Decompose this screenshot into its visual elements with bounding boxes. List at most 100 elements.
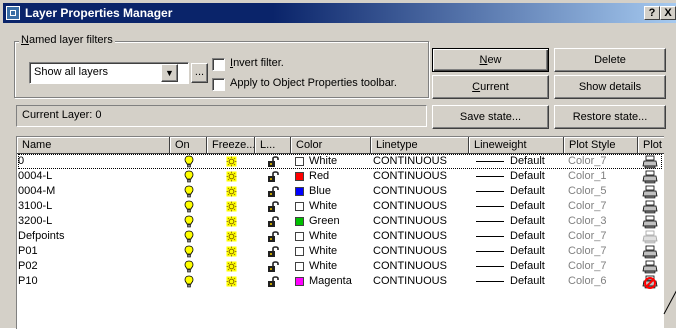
padlock-unlocked-icon[interactable] [267,200,280,213]
color-swatch[interactable] [295,277,304,286]
save-state-button[interactable]: Save state... [432,105,549,129]
column-header-plot-style[interactable]: Plot Style [564,137,638,154]
linetype-value[interactable]: CONTINUOUS [373,229,447,244]
color-swatch[interactable] [295,187,304,196]
lineweight-value[interactable]: Default [510,229,545,244]
column-header-lock[interactable]: L... [255,137,291,154]
apply-toolbar-label[interactable]: Apply to Object Properties toolbar. [230,77,397,89]
column-header-on[interactable]: On [170,137,207,154]
column-header-color[interactable]: Color [291,137,371,154]
title-bar[interactable]: Layer Properties Manager ? X [3,3,676,23]
color-name[interactable]: White [309,244,337,259]
padlock-unlocked-icon[interactable] [267,185,280,198]
printer-icon[interactable] [642,215,658,229]
help-button[interactable]: ? [644,6,660,20]
layer-row[interactable]: 3100-L White CONTINUOUS Default Color_7 [17,199,663,214]
show-details-button[interactable]: Show details [554,75,666,99]
color-name[interactable]: Magenta [309,274,352,289]
lineweight-value[interactable]: Default [510,274,545,289]
layer-row[interactable]: 3200-L Green CONTINUOUS Default Color_3 [17,214,663,229]
invert-filter-checkbox[interactable] [212,58,225,71]
lineweight-value[interactable]: Default [510,214,545,229]
close-button[interactable]: X [660,6,676,20]
layer-row[interactable]: 0004-L Red CONTINUOUS Default Color_1 [17,169,663,184]
restore-state-button[interactable]: Restore state... [554,105,666,129]
printer-icon[interactable] [642,170,658,184]
filter-more-button[interactable]: ... [191,63,208,83]
color-swatch[interactable] [295,202,304,211]
callout-pointer-line [663,290,676,315]
layer-row[interactable]: 0 White CONTINUOUS Default Color_7 [17,154,663,169]
linetype-value[interactable]: CONTINUOUS [373,274,447,289]
linetype-value[interactable]: CONTINUOUS [373,154,447,169]
printer-icon[interactable] [642,260,658,274]
color-swatch[interactable] [295,157,304,166]
color-swatch[interactable] [295,262,304,271]
invert-filter-label[interactable]: Invert filter. [230,57,284,69]
color-name[interactable]: White [309,154,337,169]
color-name[interactable]: White [309,229,337,244]
padlock-unlocked-icon[interactable] [267,215,280,228]
color-swatch[interactable] [295,217,304,226]
sun-thawed-icon[interactable] [226,201,237,212]
dropdown-arrow-icon[interactable]: ▼ [161,64,178,82]
layer-list[interactable]: Name On Freeze... L... Color Linetype Li… [16,136,664,329]
color-name[interactable]: Red [309,169,329,184]
sun-thawed-icon[interactable] [226,156,237,167]
delete-button[interactable]: Delete [554,48,666,72]
padlock-unlocked-icon[interactable] [267,230,280,243]
sun-thawed-icon[interactable] [226,276,237,287]
padlock-unlocked-icon[interactable] [267,245,280,258]
sun-thawed-icon[interactable] [226,261,237,272]
layer-row[interactable]: Defpoints White CONTINUOUS Default Color_7 [17,229,663,244]
layer-row[interactable]: P02 White CONTINUOUS Default Color_7 [17,259,663,274]
padlock-unlocked-icon[interactable] [267,275,280,288]
apply-toolbar-checkbox[interactable] [212,78,225,91]
layer-row[interactable]: 0004-M Blue CONTINUOUS Default Color_5 [17,184,663,199]
column-header-plot[interactable]: Plot [638,137,664,154]
linetype-value[interactable]: CONTINUOUS [373,214,447,229]
column-header-freeze[interactable]: Freeze... [207,137,255,154]
padlock-unlocked-icon[interactable] [267,170,280,183]
layer-row[interactable]: P10 Magenta CONTINUOUS Default Color_6 [17,274,663,289]
padlock-unlocked-icon[interactable] [267,155,280,168]
column-header-lineweight[interactable]: Lineweight [469,137,564,154]
printer-icon[interactable] [642,200,658,214]
printer-icon[interactable] [642,185,658,199]
color-name[interactable]: White [309,259,337,274]
lineweight-value[interactable]: Default [510,199,545,214]
layer-filter-select[interactable]: Show all layers ▼ [29,62,189,84]
padlock-unlocked-icon[interactable] [267,260,280,273]
color-swatch[interactable] [295,247,304,256]
sun-thawed-icon[interactable] [226,246,237,257]
sun-thawed-icon[interactable] [226,171,237,182]
no-plot-printer-icon[interactable] [642,275,658,289]
lineweight-value[interactable]: Default [510,169,545,184]
linetype-value[interactable]: CONTINUOUS [373,259,447,274]
color-name[interactable]: White [309,199,337,214]
lineweight-value[interactable]: Default [510,184,545,199]
linetype-value[interactable]: CONTINUOUS [373,184,447,199]
color-name[interactable]: Blue [309,184,331,199]
sun-thawed-icon[interactable] [226,231,237,242]
color-name[interactable]: Green [309,214,340,229]
linetype-value[interactable]: CONTINUOUS [373,199,447,214]
lightbulb-on-icon[interactable] [184,275,194,291]
sun-thawed-icon[interactable] [226,186,237,197]
lineweight-value[interactable]: Default [510,259,545,274]
new-button[interactable]: New [432,48,549,72]
lineweight-value[interactable]: Default [510,244,545,259]
color-swatch[interactable] [295,172,304,181]
sun-thawed-icon[interactable] [226,216,237,227]
column-header-name[interactable]: Name [17,137,170,154]
current-button[interactable]: Current [432,75,549,99]
printer-disabled-icon[interactable] [642,230,658,244]
lineweight-value[interactable]: Default [510,154,545,169]
linetype-value[interactable]: CONTINUOUS [373,244,447,259]
layer-row[interactable]: P01 White CONTINUOUS Default Color_7 [17,244,663,259]
printer-icon[interactable] [642,245,658,259]
printer-icon[interactable] [642,155,658,169]
column-header-linetype[interactable]: Linetype [371,137,469,154]
color-swatch[interactable] [295,232,304,241]
linetype-value[interactable]: CONTINUOUS [373,169,447,184]
